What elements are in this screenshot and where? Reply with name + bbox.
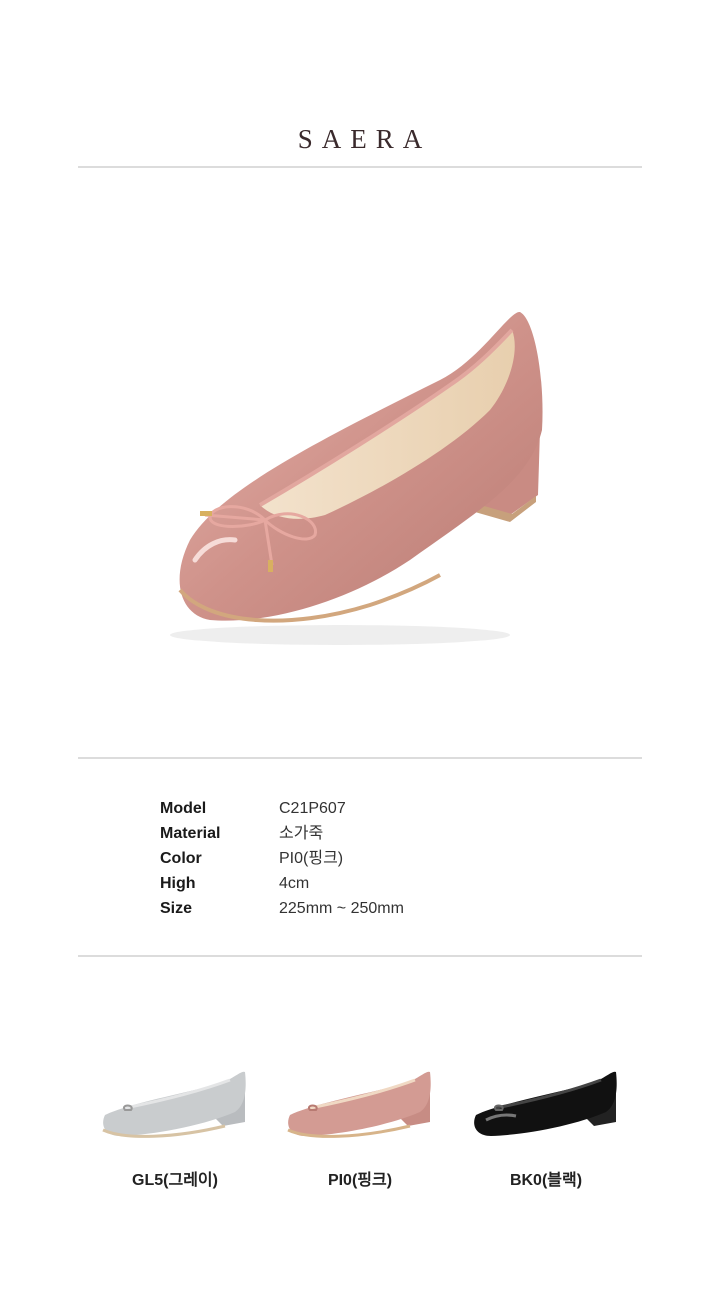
spec-row-model: Model C21P607 (160, 799, 404, 824)
spec-table: Model C21P607 Material 소가죽 Color PI0(핑크)… (160, 799, 404, 924)
spec-row-color: Color PI0(핑크) (160, 849, 404, 874)
spec-value: 소가죽 (279, 825, 324, 842)
color-label: PI0(핑크) (327, 1172, 393, 1189)
spec-value: 4cm (279, 875, 310, 892)
color-option-pink[interactable]: PI0(핑크) (280, 1060, 440, 1190)
shoe-illustration-icon (170, 311, 543, 645)
spec-value: 225mm ~ 250mm (279, 900, 404, 917)
spec-row-material: Material 소가죽 (160, 824, 404, 849)
product-hero-image (150, 290, 570, 670)
divider-top (78, 166, 642, 168)
divider-bottom (78, 955, 642, 957)
color-label: GL5(그레이) (132, 1172, 218, 1189)
spec-row-high: High 4cm (160, 874, 404, 899)
spec-label: Model (160, 800, 207, 817)
spec-row-size: Size 225mm ~ 250mm (160, 899, 404, 924)
pink-shoe-icon (287, 1071, 431, 1138)
brand-logo: SAERA (297, 124, 432, 154)
spec-label: High (160, 875, 196, 892)
spec-value: C21P607 (279, 800, 346, 817)
spec-label: Color (160, 850, 202, 867)
spec-value: PI0(핑크) (279, 850, 344, 867)
spec-label: Size (160, 900, 193, 917)
color-option-black[interactable]: BK0(블랙) (466, 1060, 626, 1190)
grey-shoe-icon (102, 1071, 246, 1138)
color-label: BK0(블랙) (509, 1172, 583, 1189)
black-shoe-icon (474, 1071, 617, 1136)
spec-label: Material (160, 825, 221, 842)
color-option-grey[interactable]: GL5(그레이) (95, 1060, 255, 1190)
divider-middle (78, 757, 642, 759)
